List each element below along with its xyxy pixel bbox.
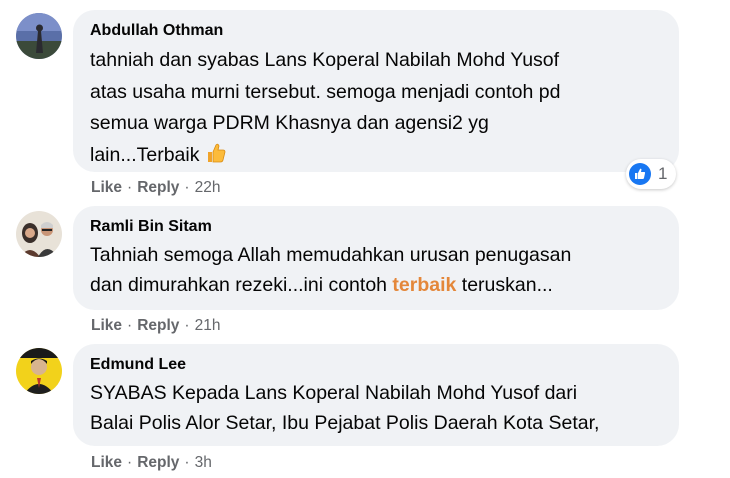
comment-line: Balai Polis Alor Setar, Ibu Pejabat Poli… [90, 412, 600, 434]
comment-line: Tahniah semoga Allah memudahkan urusan p… [90, 244, 572, 266]
like-button[interactable]: Like [91, 317, 122, 334]
comment-line: lain...Terbaik [90, 140, 663, 175]
comment-thread: Abdullah Othman tahniah dan syabas Lans … [0, 0, 730, 478]
reply-button[interactable]: Reply [137, 454, 179, 471]
comment-line-text: lain...Terbaik [90, 143, 200, 166]
comment-line: tahniah dan syabas Lans Koperal Nabilah … [90, 49, 560, 71]
comment-actions: Like · Reply · 22h [91, 178, 220, 198]
like-button[interactable]: Like [91, 179, 122, 196]
comment-author[interactable]: Edmund Lee [90, 355, 663, 375]
comment-text: tahniah dan syabas Lans Koperal Nabilah … [90, 45, 663, 174]
comment-author[interactable]: Ramli Bin Sitam [90, 217, 663, 237]
separator: · [127, 317, 133, 334]
comment-text: SYABAS Kepada Lans Koperal Nabilah Mohd … [90, 378, 663, 438]
comment-actions: Like · Reply · 21h [91, 316, 220, 336]
highlighted-keyword[interactable]: terbaik [392, 274, 456, 296]
separator: · [184, 179, 190, 196]
comment-timestamp[interactable]: 21h [195, 317, 221, 334]
comment-bubble: Ramli Bin Sitam Tahniah semoga Allah mem… [73, 206, 679, 310]
comment-line: dan dimurahkan rezeki...ini contoh terba… [90, 270, 663, 300]
comment-actions: Like · Reply · 3h [91, 453, 212, 473]
comment-line-text: teruskan... [456, 274, 553, 296]
separator: · [184, 317, 190, 334]
comment-author[interactable]: Abdullah Othman [90, 21, 663, 41]
reaction-summary[interactable]: 1 [626, 159, 677, 189]
comment-text: Tahniah semoga Allah memudahkan urusan p… [90, 240, 663, 300]
separator: · [127, 179, 133, 196]
thumbs-up-emoji-icon [205, 142, 227, 175]
separator: · [127, 454, 133, 471]
comment-line: semua warga PDRM Khasnya dan agensi2 yg [90, 112, 489, 134]
comment-timestamp[interactable]: 3h [195, 454, 212, 471]
comment-bubble: Edmund Lee SYABAS Kepada Lans Koperal Na… [73, 344, 679, 446]
reply-button[interactable]: Reply [137, 179, 179, 196]
reaction-count: 1 [658, 164, 668, 183]
comment-bubble: Abdullah Othman tahniah dan syabas Lans … [73, 10, 679, 172]
like-button[interactable]: Like [91, 454, 122, 471]
comment-line: SYABAS Kepada Lans Koperal Nabilah Mohd … [90, 382, 578, 404]
avatar[interactable] [16, 348, 62, 394]
comment-line: atas usaha murni tersebut. semoga menjad… [90, 80, 561, 103]
comment-timestamp[interactable]: 22h [195, 179, 221, 196]
comment-line-text: dan dimurahkan rezeki...ini contoh [90, 274, 393, 296]
reply-button[interactable]: Reply [137, 317, 179, 334]
avatar[interactable] [16, 13, 62, 59]
like-icon [629, 163, 651, 185]
separator: · [184, 454, 190, 471]
avatar[interactable] [16, 211, 62, 257]
